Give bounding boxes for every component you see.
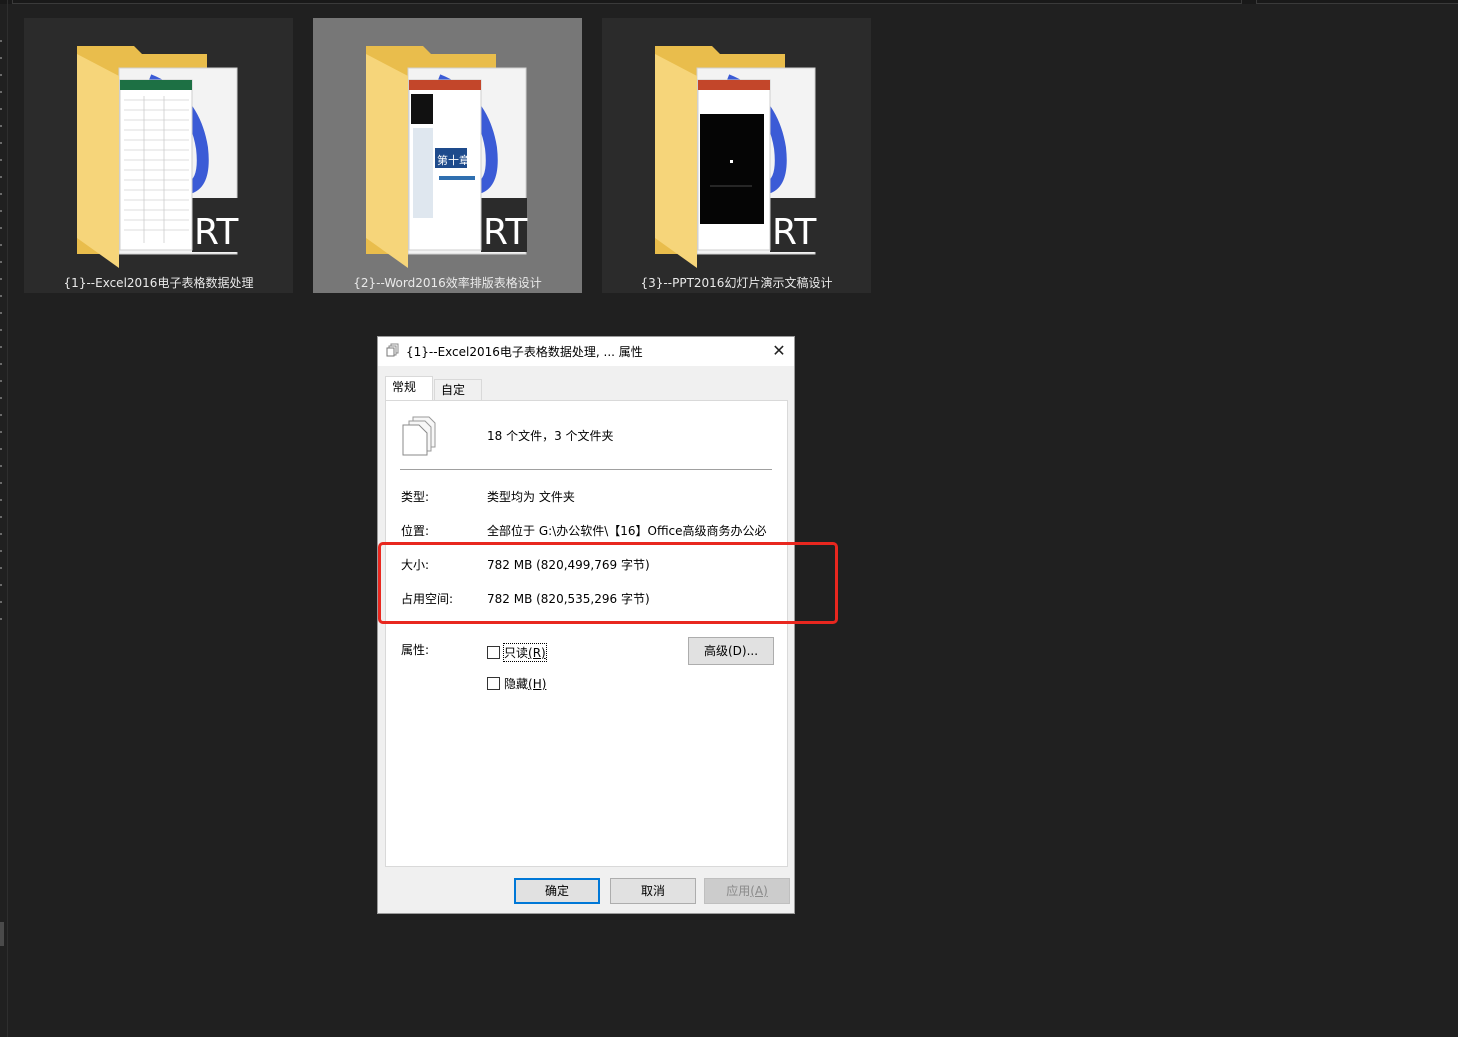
folder-icon: RT xyxy=(77,46,239,268)
hidden-checkbox[interactable]: 隐藏(H) xyxy=(487,675,546,692)
cancel-button[interactable]: 取消 xyxy=(610,878,696,904)
attributes-label: 属性: xyxy=(401,643,430,657)
rail-dot xyxy=(0,448,2,450)
rail-dot xyxy=(0,244,2,246)
ok-button[interactable]: 确定 xyxy=(514,878,600,904)
folder-tile-ppt[interactable]: RT {3}--PPT2016幻灯片演示文稿设计 xyxy=(602,18,871,293)
tab-general[interactable]: 常规 xyxy=(385,376,433,401)
rail-dot xyxy=(0,550,2,552)
rail-dot xyxy=(0,584,2,586)
selection-summary: 18 个文件，3 个文件夹 xyxy=(487,429,614,443)
rail-dot xyxy=(0,312,2,314)
rail-dot xyxy=(0,74,2,76)
rail-dot xyxy=(0,57,2,59)
rail-dot xyxy=(0,465,2,467)
folder-icon: RT 第十章 xyxy=(366,46,528,268)
rail-dot xyxy=(0,380,2,382)
rail-dot xyxy=(0,533,2,535)
svg-text:第十章: 第十章 xyxy=(437,153,470,167)
rail-dot xyxy=(0,414,2,416)
folder-name[interactable]: {2}--Word2016效率排版表格设计 xyxy=(313,275,582,291)
rail-dot xyxy=(0,193,2,195)
type-value: 类型均为 文件夹 xyxy=(487,490,575,504)
folder-name[interactable]: {1}--Excel2016电子表格数据处理 xyxy=(24,275,293,291)
checkbox-box[interactable] xyxy=(487,677,500,690)
dialog-title: {1}--Excel2016电子表格数据处理, ... 属性 xyxy=(406,345,643,359)
folder-tile-excel[interactable]: RT {1}--Excel2016电子表格数据处理 xyxy=(24,18,293,293)
rail-dot xyxy=(0,278,2,280)
rail-dot xyxy=(0,159,2,161)
address-bar-strip xyxy=(0,0,1458,4)
rail-dot xyxy=(0,329,2,331)
readonly-checkbox[interactable]: 只读(R) xyxy=(487,643,547,662)
multiple-files-icon xyxy=(386,343,399,357)
rail-dot xyxy=(0,210,2,212)
svg-text:RT: RT xyxy=(483,212,528,253)
svg-text:RT: RT xyxy=(772,212,817,253)
rail-dot xyxy=(0,618,2,620)
rail-dot xyxy=(0,482,2,484)
rail-dot xyxy=(0,142,2,144)
rail-dot xyxy=(0,91,2,93)
location-label: 位置: xyxy=(401,524,430,538)
readonly-label[interactable]: 只读(R) xyxy=(503,643,547,662)
rail-dot xyxy=(0,261,2,263)
rail-dot xyxy=(0,346,2,348)
folder-icon: RT xyxy=(655,46,817,268)
folder-tile-word[interactable]: RT 第十章 {2}--Word2016效率排版表格设计 xyxy=(313,18,582,293)
rail-dot xyxy=(0,431,2,433)
rail-dot xyxy=(0,295,2,297)
search-field[interactable] xyxy=(1256,0,1458,4)
rail-dot xyxy=(0,40,2,42)
rail-dot xyxy=(0,601,2,603)
apply-button[interactable]: 应用(A) xyxy=(704,878,790,904)
rail-dot xyxy=(0,567,2,569)
rail-dot xyxy=(0,125,2,127)
scrollbar-thumb[interactable] xyxy=(0,922,4,946)
close-icon[interactable]: ✕ xyxy=(764,337,794,366)
separator xyxy=(400,469,772,470)
address-field[interactable] xyxy=(12,0,1242,4)
cover-text: RT xyxy=(194,212,239,253)
rail-dot xyxy=(0,499,2,501)
checkbox-box[interactable] xyxy=(487,646,500,659)
advanced-button[interactable]: 高级(D)... xyxy=(688,637,774,665)
navigation-pane-edge[interactable] xyxy=(0,0,8,1037)
rail-dot xyxy=(0,227,2,229)
size-highlight-annotation xyxy=(378,542,838,624)
folder-name[interactable]: {3}--PPT2016幻灯片演示文稿设计 xyxy=(602,275,871,291)
rail-dot xyxy=(0,363,2,365)
tab-custom[interactable]: 自定义 xyxy=(434,379,482,417)
type-label: 类型: xyxy=(401,490,430,504)
properties-dialog: {1}--Excel2016电子表格数据处理, ... 属性 ✕ 常规 自定义 … xyxy=(377,336,795,914)
rail-dot xyxy=(0,397,2,399)
hidden-label[interactable]: 隐藏(H) xyxy=(504,675,546,692)
rail-dot xyxy=(0,516,2,518)
multiple-files-icon xyxy=(402,416,436,456)
dialog-titlebar[interactable]: {1}--Excel2016电子表格数据处理, ... 属性 ✕ xyxy=(378,337,794,366)
general-tab-panel: 18 个文件，3 个文件夹 类型: 类型均为 文件夹 位置: 全部位于 G:\办… xyxy=(385,400,788,867)
rail-dot xyxy=(0,176,2,178)
location-value: 全部位于 G:\办公软件\【16】Office高级商务办公必 xyxy=(487,524,767,538)
rail-dot xyxy=(0,108,2,110)
